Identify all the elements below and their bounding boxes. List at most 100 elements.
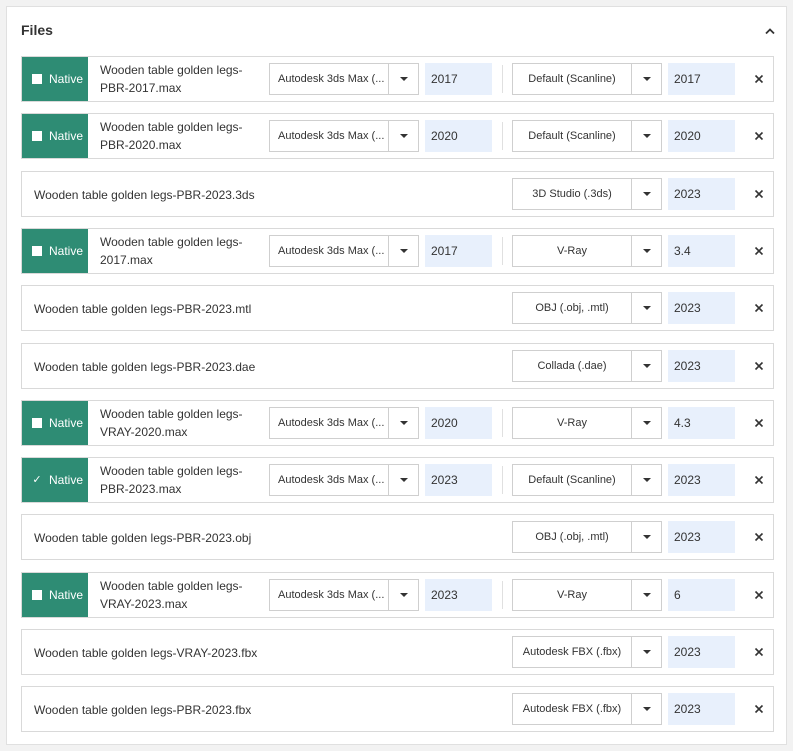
- application-version-input[interactable]: 2023: [425, 579, 492, 611]
- chevron-down-icon[interactable]: [388, 236, 418, 266]
- file-row: Native Wooden table golden legs-2017.max A…: [21, 228, 774, 274]
- native-toggle[interactable]: Native: [22, 229, 88, 273]
- application-select[interactable]: Autodesk 3ds Max (...: [269, 235, 419, 267]
- remove-file-button[interactable]: [753, 588, 765, 602]
- chevron-down-icon[interactable]: [388, 580, 418, 610]
- remove-file-button[interactable]: [753, 359, 765, 373]
- file-name: Wooden table golden legs-PBR-2020.max: [100, 120, 243, 152]
- renderer-select[interactable]: V-Ray: [512, 407, 662, 439]
- application-version-input[interactable]: 2020: [425, 407, 492, 439]
- file-name: Wooden table golden legs-PBR-2023.mtl: [34, 302, 252, 316]
- chevron-up-icon[interactable]: [764, 27, 776, 35]
- renderer-version-input[interactable]: 2023: [668, 464, 735, 496]
- native-toggle[interactable]: Native: [22, 573, 88, 617]
- chevron-down-icon[interactable]: [631, 179, 661, 209]
- application-select[interactable]: Autodesk 3ds Max (...: [269, 464, 419, 496]
- chevron-down-icon[interactable]: [388, 465, 418, 495]
- native-checkbox[interactable]: [32, 590, 42, 600]
- native-checkbox[interactable]: [32, 74, 42, 84]
- format-value: OBJ (.obj, .mtl): [535, 302, 609, 314]
- remove-file-button[interactable]: [753, 129, 765, 143]
- format-value: 3D Studio (.3ds): [532, 188, 612, 200]
- chevron-down-icon[interactable]: [631, 580, 661, 610]
- chevron-down-icon[interactable]: [631, 64, 661, 94]
- application-version-input[interactable]: 2017: [425, 63, 492, 95]
- renderer-version-input[interactable]: 2023: [668, 636, 735, 668]
- chevron-down-icon[interactable]: [631, 465, 661, 495]
- file-row: ✓ Native Wooden table golden legs-PBR-2023…: [21, 457, 774, 503]
- application-select[interactable]: Autodesk 3ds Max (...: [269, 407, 419, 439]
- native-toggle[interactable]: Native: [22, 401, 88, 445]
- renderer-version-input[interactable]: 6: [668, 579, 735, 611]
- format-select[interactable]: Autodesk FBX (.fbx): [512, 693, 662, 725]
- chevron-down-icon[interactable]: [388, 64, 418, 94]
- application-select[interactable]: Autodesk 3ds Max (...: [269, 120, 419, 152]
- files-panel: Files Native Wooden table golden legs-PBR…: [6, 6, 787, 745]
- renderer-version-input[interactable]: 2023: [668, 178, 735, 210]
- native-toggle[interactable]: ✓ Native: [22, 458, 88, 502]
- chevron-down-icon[interactable]: [388, 121, 418, 151]
- application-version-input[interactable]: 2020: [425, 120, 492, 152]
- renderer-version-input[interactable]: 2023: [668, 521, 735, 553]
- remove-file-button[interactable]: [753, 187, 765, 201]
- native-toggle[interactable]: Native: [22, 114, 88, 158]
- remove-file-button[interactable]: [753, 416, 765, 430]
- renderer-version-input[interactable]: 2020: [668, 120, 735, 152]
- remove-file-button[interactable]: [753, 301, 765, 315]
- chevron-down-icon[interactable]: [631, 694, 661, 724]
- format-select[interactable]: 3D Studio (.3ds): [512, 178, 662, 210]
- format-select[interactable]: OBJ (.obj, .mtl): [512, 521, 662, 553]
- renderer-select[interactable]: V-Ray: [512, 235, 662, 267]
- renderer-select[interactable]: V-Ray: [512, 579, 662, 611]
- remove-file-button[interactable]: [753, 702, 765, 716]
- remove-file-button[interactable]: [753, 244, 765, 258]
- application-select[interactable]: Autodesk 3ds Max (...: [269, 579, 419, 611]
- chevron-down-icon[interactable]: [631, 121, 661, 151]
- native-toggle[interactable]: Native: [22, 57, 88, 101]
- close-icon: [754, 189, 764, 199]
- native-checkbox[interactable]: [32, 246, 42, 256]
- renderer-value: V-Ray: [557, 589, 587, 601]
- native-checkbox[interactable]: ✓: [32, 475, 42, 486]
- format-value: Autodesk FBX (.fbx): [522, 646, 622, 658]
- native-checkbox[interactable]: [32, 418, 42, 428]
- application-select[interactable]: Autodesk 3ds Max (...: [269, 63, 419, 95]
- chevron-down-icon[interactable]: [631, 637, 661, 667]
- application-version-input[interactable]: 2023: [425, 464, 492, 496]
- chevron-down-icon[interactable]: [631, 293, 661, 323]
- application-value: Autodesk 3ds Max (...: [278, 73, 384, 85]
- renderer-version-input[interactable]: 2023: [668, 292, 735, 324]
- chevron-down-icon[interactable]: [631, 522, 661, 552]
- format-select[interactable]: Autodesk FBX (.fbx): [512, 636, 662, 668]
- renderer-version-input[interactable]: 3.4: [668, 235, 735, 267]
- format-select[interactable]: OBJ (.obj, .mtl): [512, 292, 662, 324]
- format-select[interactable]: Collada (.dae): [512, 350, 662, 382]
- renderer-version-input[interactable]: 2023: [668, 693, 735, 725]
- close-icon: [754, 418, 764, 428]
- remove-file-button[interactable]: [753, 645, 765, 659]
- close-icon: [754, 532, 764, 542]
- remove-file-button[interactable]: [753, 530, 765, 544]
- renderer-select[interactable]: Default (Scanline): [512, 464, 662, 496]
- renderer-version-input[interactable]: 2017: [668, 63, 735, 95]
- chevron-down-icon[interactable]: [388, 408, 418, 438]
- remove-file-button[interactable]: [753, 473, 765, 487]
- renderer-version-input[interactable]: 2023: [668, 350, 735, 382]
- native-checkbox[interactable]: [32, 131, 42, 141]
- files-panel-header[interactable]: Files: [7, 7, 786, 53]
- remove-file-button[interactable]: [753, 72, 765, 86]
- file-row: Wooden table golden legs-PBR-2023.dae Col…: [21, 343, 774, 389]
- chevron-down-icon[interactable]: [631, 408, 661, 438]
- application-version-input[interactable]: 2017: [425, 235, 492, 267]
- file-row: Native Wooden table golden legs-PBR-2020.…: [21, 113, 774, 159]
- chevron-down-icon[interactable]: [631, 351, 661, 381]
- chevron-down-icon[interactable]: [631, 236, 661, 266]
- file-row: Wooden table golden legs-PBR-2023.obj OBJ…: [21, 514, 774, 560]
- renderer-select[interactable]: Default (Scanline): [512, 120, 662, 152]
- renderer-select[interactable]: Default (Scanline): [512, 63, 662, 95]
- renderer-version-input[interactable]: 4.3: [668, 407, 735, 439]
- file-name: Wooden table golden legs-2017.max: [100, 235, 243, 267]
- native-label: Native: [49, 588, 84, 602]
- native-label: Native: [49, 416, 84, 430]
- format-value: OBJ (.obj, .mtl): [535, 531, 609, 543]
